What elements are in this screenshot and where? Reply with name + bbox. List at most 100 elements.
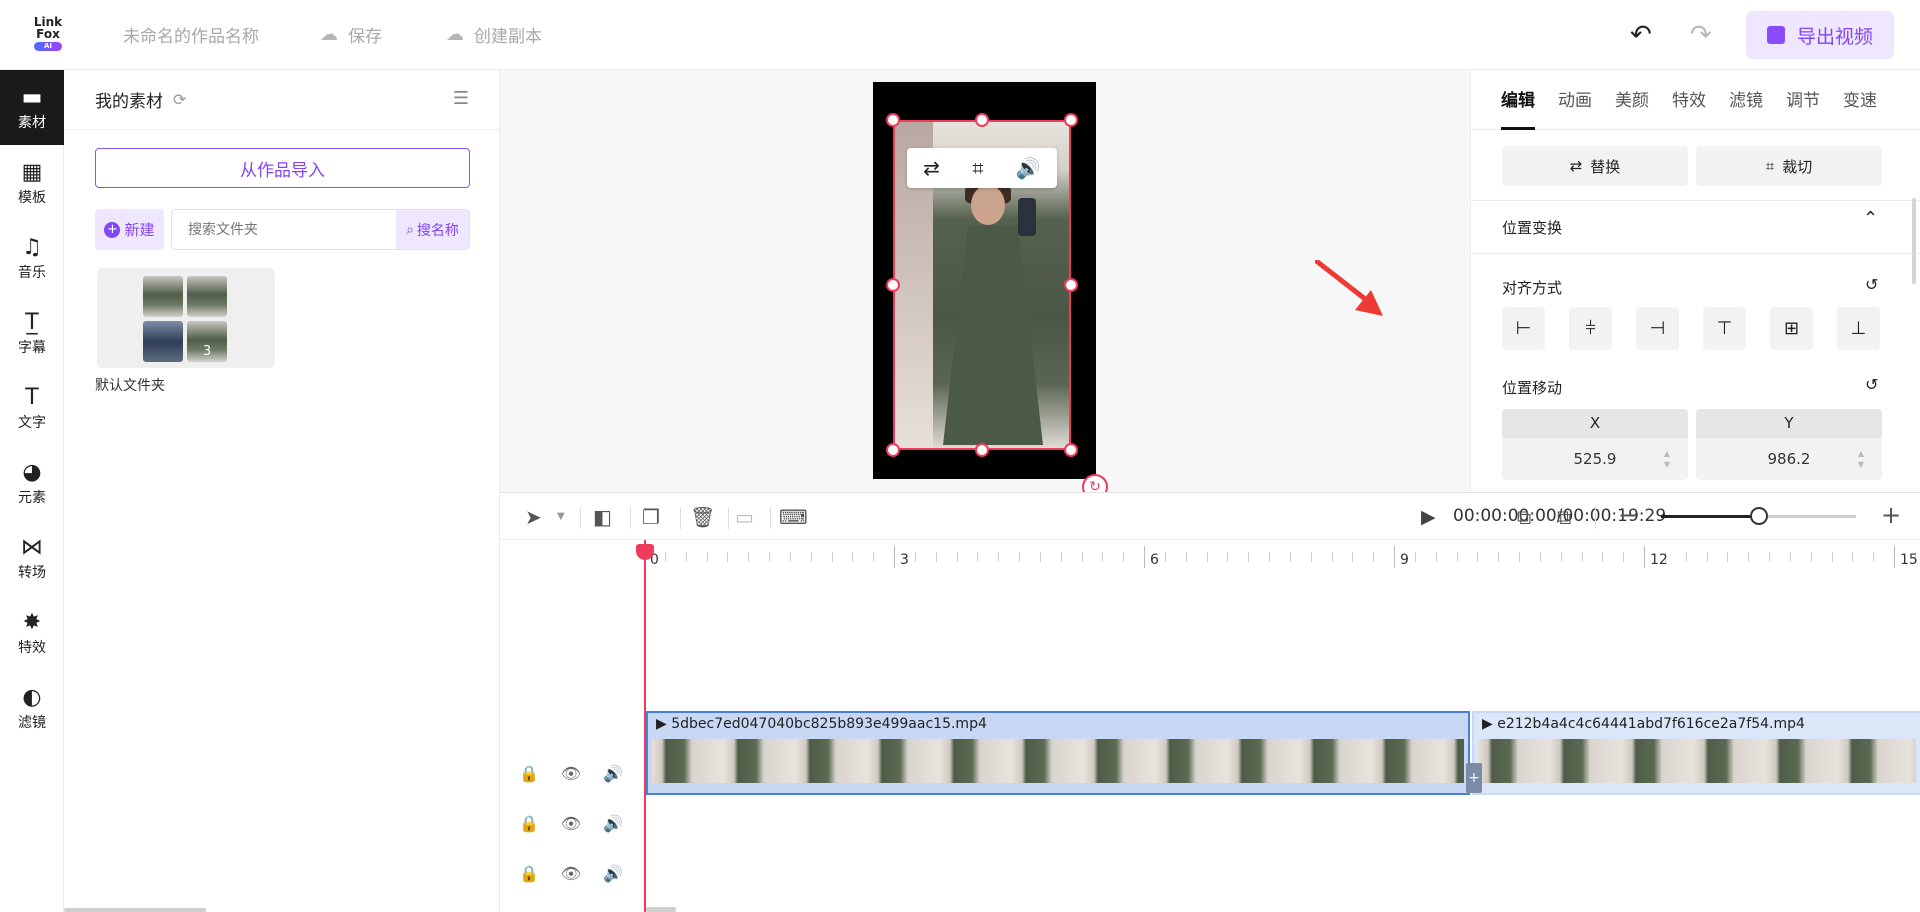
search-name-button[interactable]: ⌕ 搜名称 [396, 210, 469, 249]
panel-scrollbar[interactable] [64, 908, 206, 912]
folder-search-input[interactable] [172, 210, 396, 249]
align-center-h-button[interactable]: ⫩ [1569, 307, 1612, 350]
zoom-in-icon[interactable]: + [1881, 501, 1901, 529]
zoom-slider-knob[interactable] [1750, 507, 1768, 525]
tab-effect[interactable]: 特效 [1672, 70, 1706, 130]
chevron-down-icon[interactable]: ▼ [557, 511, 565, 522]
resize-handle[interactable] [886, 278, 900, 292]
nav-item-element[interactable]: ◕ 元素 [0, 445, 64, 520]
tab-speed[interactable]: 变速 [1843, 70, 1877, 130]
ruler-label: 15 [1900, 552, 1918, 568]
volume-icon[interactable]: 🔊 [603, 864, 623, 883]
resize-handle[interactable] [975, 443, 989, 457]
refresh-icon[interactable]: ⟳ [173, 90, 186, 109]
lock-icon[interactable]: 🔒 [519, 764, 539, 783]
resize-handle[interactable] [1064, 443, 1078, 457]
crop-icon[interactable]: ⌗ [972, 156, 983, 180]
video-clip[interactable]: ▶ e212b4a4c4c64441abd7f616ce2a7f54.mp4 [1472, 711, 1920, 795]
ruler-tick [1894, 546, 1895, 568]
nav-item-template[interactable]: ▦ 模板 [0, 145, 64, 220]
align-left-button[interactable]: ⊢ [1502, 307, 1545, 350]
crop-button[interactable]: ⌗ 裁切 [1696, 146, 1882, 186]
eye-icon[interactable]: 👁 [561, 864, 581, 883]
select-cursor-icon[interactable]: ➤ [525, 505, 542, 529]
split-icon[interactable]: ◧ [593, 505, 612, 529]
nav-item-effect[interactable]: ✸ 特效 [0, 595, 64, 670]
nav-item-filter[interactable]: ◐ 滤镜 [0, 670, 64, 745]
x-position-field[interactable]: X 525.9 ▲ ▼ [1502, 409, 1688, 480]
transform-section-title[interactable]: 位置变换 [1502, 217, 1562, 238]
volume-icon[interactable]: 🔊 [603, 814, 623, 833]
resize-handle[interactable] [886, 113, 900, 127]
redo-icon[interactable]: ↷ [1690, 20, 1712, 50]
collapse-panel-icon[interactable]: ☰ [453, 88, 469, 109]
panel-header: 我的素材 ⟳ ☰ [64, 70, 499, 130]
reset-move-icon[interactable]: ↺ [1865, 375, 1878, 394]
linkfox-logo[interactable]: Link Fox AI [28, 16, 68, 58]
chevron-up-icon[interactable]: ⌃ [1863, 208, 1878, 229]
delete-icon[interactable]: 🗑 [690, 505, 715, 529]
tab-animation[interactable]: 动画 [1558, 70, 1592, 130]
nav-label: 文字 [18, 414, 46, 431]
stepper-icon[interactable]: ▲ ▼ [1858, 448, 1864, 470]
new-folder-button[interactable]: + 新建 [95, 209, 164, 250]
ruler-tick [1352, 552, 1354, 562]
nav-item-material[interactable]: ▬ 素材 [0, 70, 64, 145]
import-from-works-button[interactable]: 从作品导入 [95, 148, 470, 188]
eye-icon[interactable]: 👁 [561, 764, 581, 783]
resize-handle[interactable] [975, 113, 989, 127]
nav-item-subtitle[interactable]: T̲ 字幕 [0, 295, 64, 370]
y-value-wrap[interactable]: 986.2 ▲ ▼ [1696, 438, 1882, 480]
ruler-tick [1435, 552, 1437, 562]
reset-align-icon[interactable]: ↺ [1865, 275, 1878, 294]
align-top-button[interactable]: ⊤ [1703, 307, 1746, 350]
align-bottom-button[interactable]: ⊥ [1837, 307, 1880, 350]
tab-beauty[interactable]: 美颜 [1615, 70, 1649, 130]
align-right-button[interactable]: ⊣ [1636, 307, 1679, 350]
keyboard-icon[interactable]: ⌨ [779, 505, 808, 529]
resize-handle[interactable] [1064, 113, 1078, 127]
video-clip[interactable]: ▶ 5dbec7ed047040bc825b893e499aac15.mp4 [646, 711, 1470, 795]
zoom-out-icon[interactable]: − [1618, 501, 1638, 529]
volume-icon[interactable]: 🔊 [603, 764, 623, 783]
playhead[interactable] [644, 540, 646, 912]
ruler-tick [831, 552, 833, 562]
ruler-tick [1727, 552, 1729, 562]
create-copy-button[interactable]: ☁ 创建副本 [446, 22, 542, 47]
lock-icon[interactable]: 🔒 [519, 814, 539, 833]
time-ruler[interactable]: 0 3 6 9 12 15 [500, 540, 1920, 572]
y-position-field[interactable]: Y 986.2 ▲ ▼ [1696, 409, 1882, 480]
undo-icon[interactable]: ↶ [1630, 20, 1652, 50]
zoom-search-icon[interactable]: ⧉ [1557, 505, 1571, 529]
resize-handle[interactable] [1064, 278, 1078, 292]
replace-button[interactable]: ⇄ 替换 [1502, 146, 1688, 186]
play-icon[interactable]: ▶ [1421, 506, 1436, 528]
nav-item-text[interactable]: T 文字 [0, 370, 64, 445]
eye-icon[interactable]: 👁 [561, 814, 581, 833]
ruler-tick [1248, 552, 1250, 562]
tab-filter[interactable]: 滤镜 [1729, 70, 1763, 130]
project-name[interactable]: 未命名的作品名称 [123, 22, 259, 47]
stepper-icon[interactable]: ▲ ▼ [1664, 448, 1670, 470]
nav-item-transition[interactable]: ⋈ 转场 [0, 520, 64, 595]
resize-handle[interactable] [886, 443, 900, 457]
save-button[interactable]: ☁ 保存 [320, 22, 382, 47]
align-center-v-button[interactable]: ⊞ [1770, 307, 1813, 350]
freeze-frame-icon[interactable]: ▭ [735, 505, 754, 529]
swap-icon[interactable]: ⇄ [923, 156, 940, 180]
export-video-button[interactable]: 导出视频 [1746, 11, 1894, 59]
tab-adjust[interactable]: 调节 [1786, 70, 1820, 130]
tab-edit[interactable]: 编辑 [1501, 70, 1535, 130]
add-transition-icon[interactable]: + [1466, 763, 1482, 793]
default-folder[interactable]: 3 [97, 268, 275, 368]
properties-scrollbar[interactable] [1912, 198, 1916, 284]
folder-count: 3 [202, 344, 212, 359]
separator [680, 507, 681, 529]
timeline-scrollbar[interactable] [646, 907, 676, 912]
lock-icon[interactable]: 🔒 [519, 864, 539, 883]
x-value-wrap[interactable]: 525.9 ▲ ▼ [1502, 438, 1688, 480]
copy-layer-icon[interactable]: ❐ [642, 505, 660, 529]
volume-icon[interactable]: 🔊 [1016, 156, 1041, 180]
zoom-fit-icon[interactable]: ⧉ [1517, 505, 1531, 529]
nav-item-music[interactable]: ♫ 音乐 [0, 220, 64, 295]
